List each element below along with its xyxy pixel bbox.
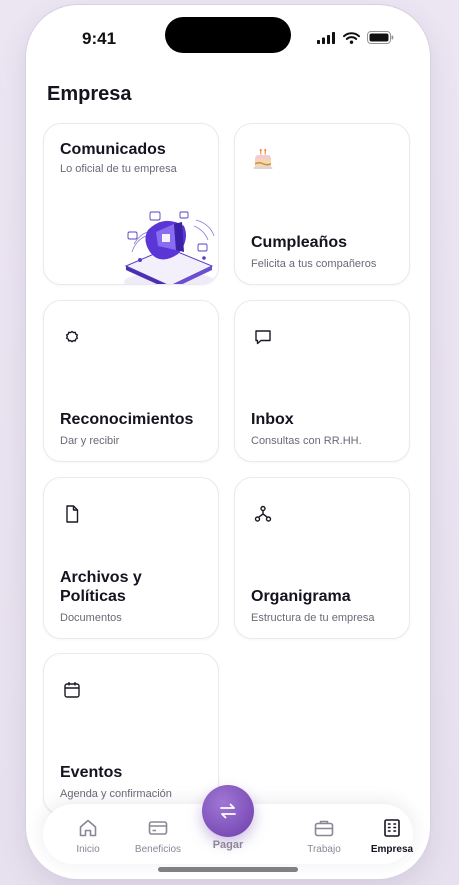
briefcase-icon: [314, 820, 334, 837]
card-title: Eventos: [60, 764, 123, 781]
card-subtitle: Estructura de tu empresa: [251, 612, 375, 624]
calendar-icon: [60, 678, 84, 702]
card-cumpleanos[interactable]: Cumpleaños Felicita a tus compañeros: [234, 123, 410, 285]
phone-screen: 9:41 Empresa Comunicados Lo oficial de t…: [26, 5, 430, 879]
card-title: Cumpleaños: [251, 234, 348, 251]
nav-label: Beneficios: [134, 844, 182, 855]
nav-item-trabajo[interactable]: Trabajo: [287, 804, 361, 864]
card-eventos[interactable]: Eventos Agenda y confirmación: [43, 653, 219, 815]
dynamic-island: [165, 17, 291, 53]
card-comunicados[interactable]: Comunicados Lo oficial de tu empresa: [43, 123, 219, 285]
signal-icon: [317, 31, 335, 44]
home-icon: [79, 819, 97, 837]
status-time: 9:41: [82, 29, 117, 48]
wifi-icon: [343, 31, 360, 44]
card-reconocimientos[interactable]: Reconocimientos Dar y recibir: [43, 300, 219, 462]
org-chart-icon: [251, 502, 275, 526]
card-organigrama[interactable]: Organigrama Estructura de tu empresa: [234, 477, 410, 639]
badge-icon: [60, 325, 84, 349]
nav-label: Empresa: [370, 844, 414, 855]
card-archivos-politicas[interactable]: Archivos y Políticas Documentos: [43, 477, 219, 639]
card-title: Archivos y Políticas: [60, 569, 142, 605]
card-title: Organigrama: [251, 588, 351, 605]
home-indicator: [158, 867, 298, 872]
building-icon: [384, 819, 400, 837]
nav-label: Trabajo: [307, 844, 341, 855]
card-subtitle: Consultas con RR.HH.: [251, 435, 362, 447]
card-subtitle: Lo oficial de tu empresa: [60, 163, 177, 175]
card-icon: [148, 821, 168, 835]
card-title: Inbox: [251, 411, 294, 428]
card-subtitle: Documentos: [60, 612, 122, 624]
swap-arrows-icon: [220, 803, 236, 819]
card-subtitle: Felicita a tus compañeros: [251, 258, 377, 270]
status-bar: 9:41: [26, 5, 430, 65]
nav-item-empresa[interactable]: Empresa: [355, 804, 429, 864]
card-inbox[interactable]: Inbox Consultas con RR.HH.: [234, 300, 410, 462]
megaphone-illustration: [124, 211, 216, 284]
document-icon: [60, 502, 84, 526]
card-title: Reconocimientos: [60, 411, 194, 428]
pay-label: Pagar: [212, 839, 244, 851]
card-title: Comunicados: [60, 141, 166, 158]
status-icons: [317, 31, 394, 44]
chat-bubble-icon: [251, 325, 275, 349]
nav-item-beneficios[interactable]: Beneficios: [121, 804, 195, 864]
battery-icon: [367, 31, 394, 44]
birthday-cake-icon: [251, 148, 275, 172]
nav-item-inicio[interactable]: Inicio: [51, 804, 125, 864]
pay-button[interactable]: [202, 785, 254, 837]
nav-label: Inicio: [76, 844, 100, 855]
page-title: Empresa: [47, 83, 132, 105]
card-subtitle: Dar y recibir: [60, 435, 120, 447]
card-subtitle: Agenda y confirmación: [60, 788, 172, 800]
